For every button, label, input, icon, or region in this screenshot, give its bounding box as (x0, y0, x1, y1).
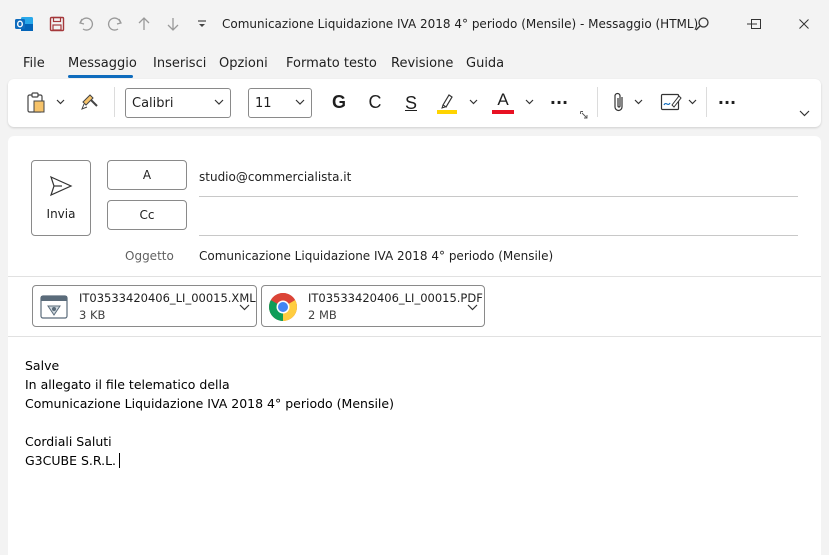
font-color-letter: A (497, 90, 509, 109)
send-button[interactable]: Invia (31, 160, 91, 236)
ribbon-separator (114, 87, 115, 117)
attachment-size: 2 MB (308, 308, 337, 322)
paste-dropdown-chevron-icon[interactable] (54, 95, 66, 109)
to-button[interactable]: A (107, 160, 187, 190)
chevron-down-icon[interactable] (467, 300, 478, 314)
highlight-dropdown-chevron-icon[interactable] (467, 95, 479, 109)
text-caret (119, 453, 121, 468)
ribbon-separator (706, 87, 707, 117)
arrow-down-icon[interactable] (163, 14, 183, 34)
highlight-icon[interactable] (436, 90, 458, 116)
menu-guida[interactable]: Guida (466, 56, 504, 71)
cc-button[interactable]: Cc (107, 200, 187, 230)
body-line: Comunicazione Liquidazione IVA 2018 4° p… (25, 396, 394, 411)
italic-label: C (368, 91, 382, 112)
cc-field[interactable] (199, 206, 798, 228)
font-size-value: 11 (255, 95, 272, 111)
window-title: Comunicazione Liquidazione IVA 2018 4° p… (222, 17, 699, 31)
italic-button[interactable]: C (363, 90, 387, 114)
paste-icon[interactable] (24, 91, 48, 115)
to-field[interactable]: studio@commercialista.it (199, 170, 351, 184)
header-divider (8, 276, 821, 277)
close-icon[interactable] (792, 12, 816, 36)
attachments-divider (8, 336, 821, 337)
cc-field-underline (199, 235, 798, 236)
format-painter-icon[interactable] (79, 91, 101, 113)
bold-button[interactable]: G (327, 90, 351, 114)
signature-icon[interactable] (659, 90, 683, 114)
subject-field[interactable]: Comunicazione Liquidazione IVA 2018 4° p… (199, 249, 553, 263)
more-label: ··· (549, 92, 569, 112)
save-icon[interactable] (47, 14, 67, 34)
chevron-down-icon (295, 95, 305, 113)
active-tab-indicator (68, 75, 133, 78)
bold-label: G (331, 91, 346, 112)
customize-icon[interactable] (192, 14, 212, 34)
send-label: Invia (46, 207, 76, 221)
signature-line: G3CUBE S.R.L. (25, 451, 394, 470)
font-name-select[interactable]: Calibri (125, 88, 231, 118)
attachment-name: IT03533420406_LI_00015.XML (79, 291, 256, 305)
body-line: Cordiali Saluti (25, 434, 112, 449)
send-icon (49, 175, 73, 200)
attachment-item[interactable]: IT03533420406_LI_00015.XML 3 KB (32, 285, 257, 327)
redo-icon[interactable] (105, 14, 125, 34)
arrow-up-icon[interactable] (134, 14, 154, 34)
attach-dropdown-chevron-icon[interactable] (632, 95, 644, 109)
underline-button[interactable]: S (399, 90, 423, 116)
attach-file-icon[interactable] (609, 90, 629, 114)
minimize-icon[interactable] (698, 12, 722, 36)
attachment-size: 3 KB (79, 308, 106, 322)
message-body[interactable]: Salve In allegato il file telematico del… (25, 356, 394, 470)
body-line: Salve (25, 358, 60, 373)
expand-ribbon-chevron-icon[interactable] (797, 107, 811, 119)
title-bar: Comunicazione Liquidazione IVA 2018 4° p… (0, 0, 829, 50)
ribbon-separator (597, 87, 598, 117)
menu-messaggio[interactable]: Messaggio (68, 56, 137, 71)
menu-opzioni[interactable]: Opzioni (219, 56, 268, 71)
xml-file-icon (39, 292, 69, 322)
font-color-button[interactable]: A (492, 88, 514, 116)
font-size-select[interactable]: 11 (248, 88, 312, 118)
underline-label: S (404, 92, 417, 113)
menu-formato-testo[interactable]: Formato testo (286, 56, 377, 71)
menu-inserisci[interactable]: Inserisci (153, 56, 206, 71)
body-line: G3CUBE S.R.L. (25, 453, 117, 468)
maximize-icon[interactable] (744, 12, 768, 36)
more-commands-button[interactable]: ··· (714, 91, 740, 113)
more-formatting-button[interactable]: ··· (546, 91, 572, 113)
attachment-item[interactable]: IT03533420406_LI_00015.PDF 2 MB (261, 285, 485, 327)
menu-revisione[interactable]: Revisione (391, 56, 453, 71)
attachment-name: IT03533420406_LI_00015.PDF (308, 291, 483, 305)
chevron-down-icon (214, 95, 224, 113)
compose-pane: Invia A studio@commercialista.it Cc Ogge… (8, 136, 821, 555)
dialog-launcher-icon[interactable] (579, 110, 589, 120)
subject-label: Oggetto (125, 249, 174, 263)
ribbon: Calibri 11 G C S A ··· ··· (8, 79, 821, 127)
more-commands-label: ··· (717, 92, 737, 112)
undo-icon[interactable] (76, 14, 96, 34)
font-name-value: Calibri (132, 95, 174, 111)
font-color-swatch (492, 110, 514, 114)
signature-dropdown-chevron-icon[interactable] (686, 95, 698, 109)
to-field-underline (199, 196, 798, 197)
menu-file[interactable]: File (23, 56, 45, 71)
chrome-icon (268, 292, 298, 322)
font-color-dropdown-chevron-icon[interactable] (523, 95, 535, 109)
menu-bar: File Messaggio Inserisci Opzioni Formato… (0, 50, 829, 78)
body-line (25, 413, 394, 432)
outlook-icon[interactable] (14, 14, 34, 34)
chevron-down-icon[interactable] (239, 300, 250, 314)
body-line: In allegato il file telematico della (25, 377, 230, 392)
